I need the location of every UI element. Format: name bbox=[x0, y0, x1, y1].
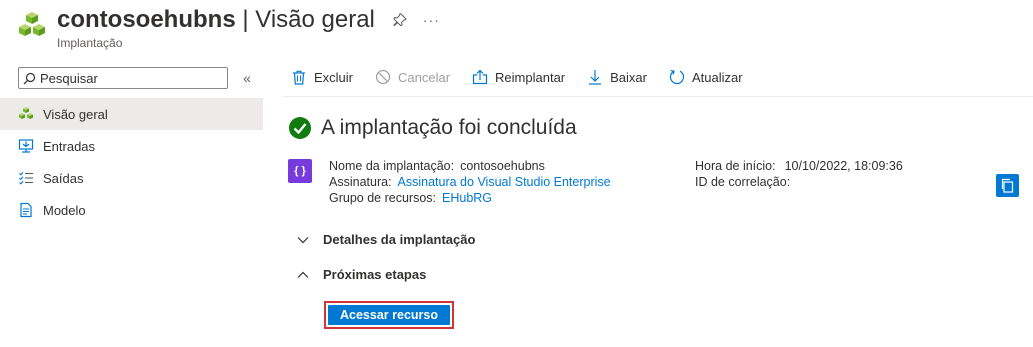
pin-icon bbox=[393, 13, 407, 27]
command-bar: Excluir Cancelar Reimplantar Baixar Atua… bbox=[283, 58, 1033, 96]
refresh-button[interactable]: Atualizar bbox=[669, 69, 743, 85]
refresh-label: Atualizar bbox=[692, 69, 743, 85]
delete-button[interactable]: Excluir bbox=[291, 69, 353, 85]
next-steps-toggle[interactable]: Próximas etapas bbox=[297, 267, 426, 282]
pin-button[interactable] bbox=[393, 8, 407, 32]
cancel-label: Cancelar bbox=[398, 69, 451, 85]
sidebar-item-outputs[interactable]: Saídas bbox=[0, 162, 263, 194]
copy-button[interactable] bbox=[996, 174, 1019, 197]
deployment-details-toggle[interactable]: Detalhes da implantação bbox=[297, 232, 475, 247]
outputs-icon bbox=[18, 170, 34, 186]
start-time-label: Hora de início: bbox=[695, 159, 776, 173]
overview-icon bbox=[18, 106, 34, 122]
sidebar-nav: Visão geral Entradas Saídas Modelo bbox=[0, 98, 263, 226]
cancel-icon bbox=[375, 69, 391, 85]
subscription-link[interactable]: Assinatura do Visual Studio Enterprise bbox=[398, 175, 611, 189]
deployment-icon: { } bbox=[288, 159, 312, 183]
copy-icon bbox=[1001, 178, 1014, 193]
sidebar-item-label: Entradas bbox=[43, 138, 96, 154]
search-box[interactable] bbox=[18, 67, 228, 89]
deployment-timing: Hora de início: 10/10/2022, 18:09:36 ID d… bbox=[695, 158, 903, 190]
page-subtitle: Implantação bbox=[57, 36, 123, 50]
redeploy-icon bbox=[472, 69, 488, 85]
deployment-details-label: Detalhes da implantação bbox=[323, 232, 476, 247]
sidebar-item-template[interactable]: Modelo bbox=[0, 194, 263, 226]
deployment-name-label: Nome da implantação: bbox=[329, 159, 455, 173]
sidebar-item-label: Visão geral bbox=[43, 106, 108, 122]
delete-label: Excluir bbox=[314, 69, 354, 85]
template-icon bbox=[18, 202, 34, 218]
go-to-resource-button[interactable]: Acessar recurso bbox=[328, 305, 450, 325]
redeploy-button[interactable]: Reimplantar bbox=[472, 69, 565, 85]
next-steps-label: Próximas etapas bbox=[323, 267, 427, 282]
event-hubs-cubes-icon bbox=[19, 12, 45, 36]
inputs-icon bbox=[18, 138, 34, 154]
sidebar: « Visão geral bbox=[0, 58, 263, 347]
success-check-icon bbox=[289, 117, 311, 139]
chevron-up-icon bbox=[297, 271, 309, 279]
chevron-down-icon bbox=[297, 236, 309, 244]
start-time-value: 10/10/2022, 18:09:36 bbox=[784, 159, 903, 173]
resource-group-link[interactable]: EHubRG bbox=[442, 191, 492, 205]
sidebar-item-overview[interactable]: Visão geral bbox=[0, 98, 263, 130]
collapse-sidebar-button[interactable]: « bbox=[239, 67, 255, 89]
refresh-icon bbox=[669, 69, 685, 85]
more-options-button[interactable]: ··· bbox=[423, 8, 440, 32]
download-label: Baixar bbox=[610, 69, 647, 85]
page-header: contosoehubns | Visão geral ··· Implanta… bbox=[0, 0, 1033, 58]
download-icon bbox=[587, 69, 603, 85]
sidebar-item-inputs[interactable]: Entradas bbox=[0, 130, 263, 162]
page-title: contosoehubns | Visão geral bbox=[57, 6, 375, 34]
status-title: A implantação foi concluída bbox=[321, 116, 577, 139]
trash-icon bbox=[291, 69, 307, 85]
page-name: Visão geral bbox=[255, 6, 375, 33]
title-separator: | bbox=[235, 6, 256, 33]
search-icon bbox=[23, 72, 36, 84]
cancel-button[interactable]: Cancelar bbox=[375, 69, 450, 85]
correlation-id-label: ID de correlação: bbox=[695, 175, 791, 189]
resource-group-label: Grupo de recursos: bbox=[329, 191, 436, 205]
sidebar-item-label: Saídas bbox=[43, 170, 84, 186]
main-content: A implantação foi concluída { } Nome da … bbox=[283, 97, 1033, 347]
deployment-name-value: contosoehubns bbox=[460, 159, 545, 173]
go-to-resource-highlight: Acessar recurso bbox=[324, 301, 454, 329]
resource-name: contosoehubns bbox=[57, 6, 236, 33]
deployment-info: Nome da implantação: contosoehubns Assina… bbox=[329, 158, 611, 206]
search-input[interactable] bbox=[40, 70, 220, 86]
download-button[interactable]: Baixar bbox=[587, 69, 647, 85]
subscription-label: Assinatura: bbox=[329, 175, 392, 189]
deployment-status: A implantação foi concluída bbox=[288, 116, 577, 140]
sidebar-item-label: Modelo bbox=[43, 202, 86, 218]
redeploy-label: Reimplantar bbox=[495, 69, 566, 85]
